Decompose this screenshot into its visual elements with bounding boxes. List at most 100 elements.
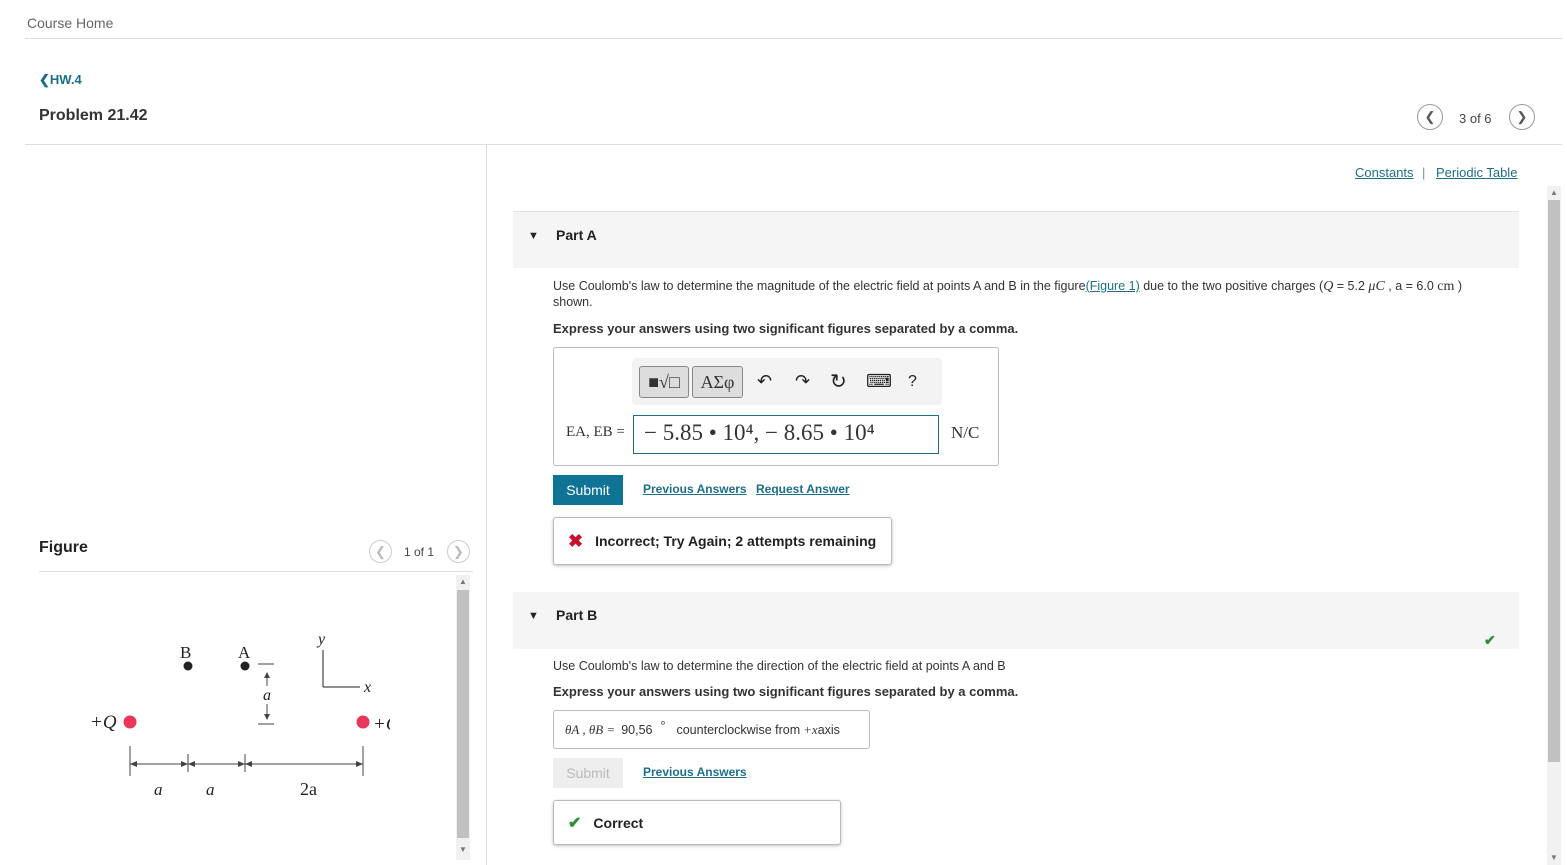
content-scrollbar-thumb[interactable] [1548,200,1560,762]
point-b-label: B [180,643,191,662]
part-a-unit: N/C [951,423,980,442]
caret-down-icon[interactable]: ▼ [528,230,539,242]
part-a-answer-label: EA, EB = [566,424,625,440]
redo-icon[interactable]: ↷ [795,371,810,392]
part-a-feedback: ✖ Incorrect; Try Again; 2 attempts remai… [553,517,892,565]
scroll-down-icon[interactable]: ▼ [459,845,467,854]
left-charge-label: +Q [90,712,117,733]
chevron-left-icon: ❮ [39,72,50,87]
part-a-question-line2: shown. [553,295,593,309]
part-b-answer: θA , θB = 90,56 ° counterclockwise from … [553,710,870,749]
correct-check-icon: ✔ [568,814,582,832]
x-axis-label: x [363,679,371,696]
degree-symbol: ° [660,718,666,733]
figure-1-link[interactable]: (Figure 1) [1086,279,1140,293]
arrowhead-up-icon [264,672,270,678]
part-b-feedback-text: Correct [593,814,644,831]
figure-title: Figure [39,539,88,556]
dim-a1-label: a [154,780,163,799]
point-a-dot [240,661,250,671]
incorrect-x-icon: ✖ [568,530,584,551]
charge-diagram: B A a y x +Q +Q a a 2a [90,631,390,799]
arrowhead-left-icon [245,761,252,767]
part-b-question: Use Coulomb's law to determine the direc… [553,659,1006,673]
pane-splitter[interactable] [486,145,487,865]
scroll-up-icon[interactable]: ▲ [459,577,467,586]
part-a-header[interactable] [513,211,1519,268]
undo-icon[interactable]: ↶ [757,371,772,392]
scroll-up-icon[interactable]: ▲ [1550,188,1558,197]
arrowhead-down-icon [264,714,270,720]
right-charge-label: +Q [373,714,390,735]
part-a-label[interactable]: Part A [556,227,597,243]
direction-axis: +x [803,721,818,737]
direction-text: counterclockwise from [676,722,801,737]
direction-text-end: axis [817,722,840,737]
part-a-previous-answers-link[interactable]: Previous Answers [643,482,747,496]
arrowhead-right-icon [181,761,188,767]
point-a-label: A [238,643,251,662]
header-divider [25,38,1562,39]
constants-link[interactable]: Constants [1355,165,1414,180]
reset-icon[interactable]: ↻ [830,369,847,394]
a-value: , a = 6.0 [1384,279,1438,293]
vertical-a-label: a [263,687,271,704]
part-b-answer-value: 90,56 [621,722,653,737]
templates-button[interactable]: ■√□ [639,366,689,398]
scroll-down-icon[interactable]: ▼ [1550,853,1558,862]
chevron-left-icon: ❮ [375,543,386,559]
part-b-submit-button: Submit [553,758,623,788]
dim-a2-label: a [206,780,215,799]
part-a-answer-input[interactable]: − 5.85 • 10⁴, − 8.65 • 10⁴ [633,415,939,454]
figure-divider [39,571,473,572]
q-symbol: Q [1323,279,1334,294]
help-icon[interactable]: ? [908,373,917,391]
q-unit: μC [1368,279,1385,294]
keyboard-icon[interactable]: ⌨ [866,371,892,392]
figure-previous-button[interactable]: ❮ [369,540,392,563]
links-separator: | [1422,165,1426,180]
q-value: = 5.2 [1333,279,1369,293]
next-problem-button[interactable]: ❯ [1509,104,1535,130]
question-text-cont: due to the two positive charges ( [1139,279,1324,293]
arrowhead-left-icon [188,761,195,767]
previous-problem-button[interactable]: ❮ [1417,104,1443,130]
chevron-right-icon: ❯ [453,543,464,559]
content-divider [25,144,1562,145]
back-to-assignment-link[interactable]: ❮HW.4 [39,72,82,88]
point-b-dot [183,661,193,671]
greek-symbols-button[interactable]: ΑΣφ [692,366,743,398]
a-unit: cm [1437,279,1455,294]
problem-pager-text: 3 of 6 [1459,111,1492,126]
periodic-table-link[interactable]: Periodic Table [1436,165,1517,180]
part-b-header[interactable] [513,592,1519,649]
back-link-label: HW.4 [49,72,82,87]
part-b-complete-check-icon: ✔ [1484,632,1496,648]
dim-2a-label: 2a [300,779,317,799]
question-close: ) [1454,279,1463,293]
part-a-question: Use Coulomb's law to determine the magni… [553,279,1513,295]
problem-title: Problem 21.42 [39,107,148,124]
part-a-submit-button[interactable]: Submit [553,475,623,505]
request-answer-link[interactable]: Request Answer [756,482,850,496]
part-a-feedback-text: Incorrect; Try Again; 2 attempts remaini… [595,533,877,549]
y-axis-label: y [316,631,326,648]
figure-scrollbar-thumb[interactable] [457,590,469,838]
chevron-left-icon: ❮ [1424,109,1436,124]
figure-pager-text: 1 of 1 [404,545,435,559]
chevron-right-icon: ❯ [1516,109,1528,124]
course-home-link[interactable]: Course Home [27,15,113,31]
part-b-previous-answers-link[interactable]: Previous Answers [643,765,747,779]
part-b-instruction: Express your answers using two significa… [553,684,1019,699]
figure-next-button[interactable]: ❯ [447,540,470,563]
part-b-label[interactable]: Part B [556,607,597,623]
right-charge-dot [356,715,370,729]
question-text: Use Coulomb's law to determine the magni… [553,279,1086,293]
part-b-answer-label: θA , θB = [565,721,616,737]
arrowhead-right-icon [238,761,245,767]
part-a-instruction: Express your answers using two significa… [553,321,1019,336]
caret-down-icon[interactable]: ▼ [528,610,539,622]
arrowhead-left-icon [130,761,137,767]
part-b-feedback: ✔ Correct [553,800,841,845]
left-charge-dot [123,715,137,729]
